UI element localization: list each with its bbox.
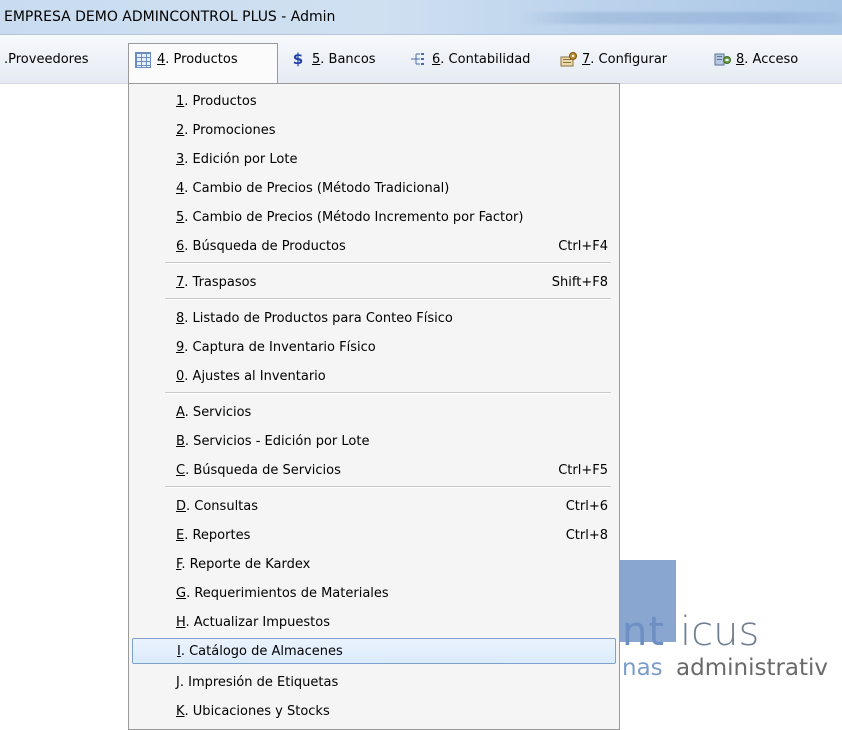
menu-item-consultas[interactable]: D. Consultas Ctrl+6 bbox=[132, 493, 616, 519]
menu-item-label: . Promociones bbox=[184, 122, 276, 138]
menu-bancos[interactable]: $ 5. Bancos bbox=[284, 43, 382, 75]
menu-item-key: A bbox=[176, 404, 185, 420]
menu-item-key: B bbox=[176, 433, 185, 449]
menu-item-impresion-etiquetas[interactable]: J. Impresión de Etiquetas bbox=[132, 669, 616, 695]
menu-item-shortcut: Ctrl+8 bbox=[565, 527, 608, 543]
menu-item-traspasos[interactable]: 7. Traspasos Shift+F8 bbox=[132, 269, 616, 295]
menu-item-catalogo-almacenes[interactable]: I. Catálogo de Almacenes bbox=[132, 638, 616, 664]
menu-item-label: . Impresión de Etiquetas bbox=[179, 674, 339, 690]
menu-productos-label: . Productos bbox=[165, 52, 238, 67]
menu-item-label: . Edición por Lote bbox=[184, 151, 298, 167]
tree-icon bbox=[410, 51, 426, 67]
menu-proveedores-label: Proveedores bbox=[8, 51, 89, 67]
menu-separator bbox=[165, 486, 611, 488]
menu-bancos-label: . Bancos bbox=[320, 51, 376, 67]
menu-item-label: . Requerimientos de Materiales bbox=[186, 585, 389, 601]
title-bar-status-blur bbox=[520, 12, 842, 24]
menu-separator bbox=[165, 392, 611, 394]
menu-item-label: . Servicios bbox=[184, 404, 252, 420]
menu-item-label: . Listado de Productos para Conteo Físic… bbox=[184, 310, 453, 326]
menu-item-key: G bbox=[176, 585, 187, 601]
menu-item-busqueda-productos[interactable]: 6. Búsqueda de Productos Ctrl+F4 bbox=[132, 233, 616, 259]
menu-contabilidad-label: . Contabilidad bbox=[440, 51, 531, 67]
menu-item-label: . Consultas bbox=[186, 498, 259, 514]
menu-contabilidad[interactable]: 6. Contabilidad bbox=[404, 43, 536, 75]
menu-item-label: . Ajustes al Inventario bbox=[184, 368, 326, 384]
menu-contabilidad-key: 6 bbox=[432, 51, 441, 67]
menu-item-listado-conteo[interactable]: 8. Listado de Productos para Conteo Físi… bbox=[132, 305, 616, 331]
menu-item-label: . Cambio de Precios (Método Tradicional) bbox=[184, 180, 450, 196]
menu-item-shortcut: Ctrl+F4 bbox=[558, 238, 608, 254]
menu-item-edicion-lote[interactable]: 3. Edición por Lote bbox=[132, 146, 616, 172]
menu-item-productos[interactable]: 1. Productos bbox=[132, 88, 616, 114]
menu-item-key: K bbox=[176, 703, 185, 719]
menu-item-label: . Actualizar Impuestos bbox=[185, 614, 331, 630]
title-bar: EMPRESA DEMO ADMINCONTROL PLUS - Admin bbox=[0, 0, 842, 35]
menu-item-actualizar-impuestos[interactable]: H. Actualizar Impuestos bbox=[132, 609, 616, 635]
menu-item-shortcut: Shift+F8 bbox=[551, 274, 608, 290]
menu-item-label: . Búsqueda de Servicios bbox=[185, 462, 341, 478]
logo-subtitle-part1: nas bbox=[622, 655, 663, 681]
menu-configurar-key: 7 bbox=[582, 51, 591, 67]
productos-dropdown-menu: 1. Productos 2. Promociones 3. Edición p… bbox=[128, 83, 620, 730]
menu-item-label: . Cambio de Precios (Método Incremento p… bbox=[184, 209, 524, 225]
menu-acceso[interactable]: 8. Acceso bbox=[708, 43, 804, 75]
menu-item-label: . Traspasos bbox=[184, 274, 257, 290]
menu-item-shortcut: Ctrl+F5 bbox=[558, 462, 608, 478]
menu-bar: . Proveedores 4. Productos $ 5. Bancos 6… bbox=[0, 35, 842, 84]
logo-text-part1: nt bbox=[622, 609, 666, 655]
logo-text-part2: icus bbox=[680, 609, 760, 655]
menu-item-key: D bbox=[176, 498, 187, 514]
menu-item-captura-inventario[interactable]: 9. Captura de Inventario Físico bbox=[132, 334, 616, 360]
table-icon bbox=[135, 51, 151, 68]
menu-separator bbox=[165, 298, 611, 300]
settings-icon bbox=[560, 51, 577, 67]
menu-bancos-key: 5 bbox=[312, 51, 321, 67]
menu-item-cambio-precios-factor[interactable]: 5. Cambio de Precios (Método Incremento … bbox=[132, 204, 616, 230]
menu-item-label: . Reporte de Kardex bbox=[181, 556, 311, 572]
menu-item-promociones[interactable]: 2. Promociones bbox=[132, 117, 616, 143]
menu-item-cambio-precios-tradicional[interactable]: 4. Cambio de Precios (Método Tradicional… bbox=[132, 175, 616, 201]
menu-item-label: . Búsqueda de Productos bbox=[184, 238, 346, 254]
window-title: EMPRESA DEMO ADMINCONTROL PLUS - Admin bbox=[4, 9, 336, 25]
menu-item-label: . Servicios - Edición por Lote bbox=[184, 433, 370, 449]
menu-configurar[interactable]: 7. Configurar bbox=[554, 43, 673, 75]
menu-item-servicios-lote[interactable]: B. Servicios - Edición por Lote bbox=[132, 428, 616, 454]
menu-item-label: . Productos bbox=[184, 93, 257, 109]
menu-acceso-key: 8 bbox=[736, 51, 745, 67]
logo-subtitle-part2: administrativ bbox=[676, 655, 829, 681]
dollar-icon: $ bbox=[292, 50, 304, 68]
menu-acceso-label: . Acceso bbox=[744, 51, 799, 67]
menu-productos[interactable]: 4. Productos bbox=[128, 43, 278, 83]
menu-item-key: E bbox=[176, 527, 185, 543]
menu-item-requerimientos[interactable]: G. Requerimientos de Materiales bbox=[132, 580, 616, 606]
menu-item-label: . Catálogo de Almacenes bbox=[180, 643, 343, 659]
menu-separator bbox=[165, 262, 611, 264]
menu-item-label: . Captura de Inventario Físico bbox=[184, 339, 376, 355]
menu-item-label: . Reportes bbox=[184, 527, 251, 543]
menu-proveedores[interactable]: . Proveedores bbox=[0, 43, 95, 75]
menu-item-reporte-kardex[interactable]: F. Reporte de Kardex bbox=[132, 551, 616, 577]
menu-configurar-label: . Configurar bbox=[590, 51, 668, 67]
menu-item-key: H bbox=[176, 614, 186, 630]
menu-item-servicios[interactable]: A. Servicios bbox=[132, 399, 616, 425]
access-icon bbox=[714, 51, 731, 67]
menu-item-reportes[interactable]: E. Reportes Ctrl+8 bbox=[132, 522, 616, 548]
menu-item-ubicaciones-stocks[interactable]: K. Ubicaciones y Stocks bbox=[132, 698, 616, 724]
menu-item-label: . Ubicaciones y Stocks bbox=[184, 703, 330, 719]
menu-item-busqueda-servicios[interactable]: C. Búsqueda de Servicios Ctrl+F5 bbox=[132, 457, 616, 483]
menu-item-ajustes-inventario[interactable]: 0. Ajustes al Inventario bbox=[132, 363, 616, 389]
menu-item-key: C bbox=[176, 462, 186, 478]
menu-item-shortcut: Ctrl+6 bbox=[565, 498, 608, 514]
menu-productos-key: 4 bbox=[157, 52, 166, 67]
